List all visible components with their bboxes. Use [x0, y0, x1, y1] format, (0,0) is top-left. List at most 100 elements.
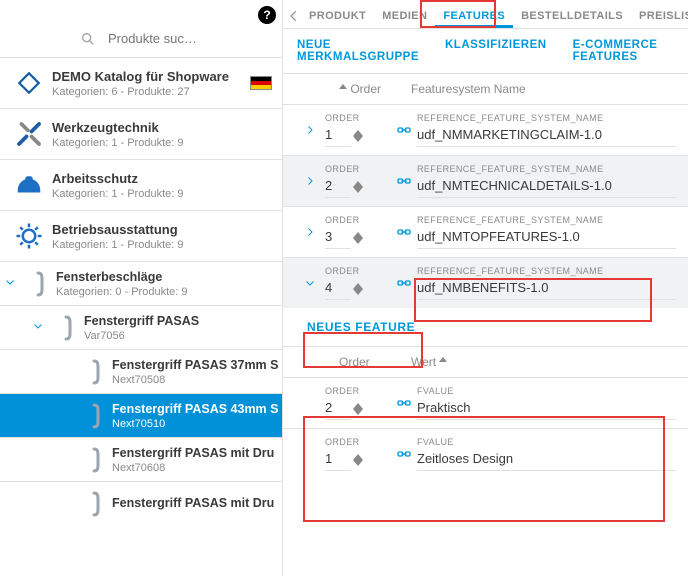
tree-item[interactable]: Fenstergriff PASAS mit Dru Next70608	[0, 437, 282, 481]
value-header-order[interactable]: Order	[339, 355, 411, 369]
handle-icon	[26, 268, 50, 300]
ref-label: REFERENCE_FEATURE_SYSTEM_NAME	[417, 113, 676, 123]
subnav-item[interactable]: KLASSIFIZIEREN	[445, 39, 547, 63]
link-icon[interactable]	[391, 224, 417, 240]
handle-icon	[82, 444, 106, 476]
link-icon[interactable]	[391, 275, 417, 291]
tree-item[interactable]: Fenstergriff PASASVar7056	[0, 305, 282, 349]
fvalue-label: FVALUE	[417, 437, 676, 447]
feature-value[interactable]: Praktisch	[417, 398, 676, 420]
chevron-right-icon[interactable]	[295, 175, 325, 187]
feature-group-row: ORDER3REFERENCE_FEATURE_SYSTEM_NAMEudf_N…	[283, 206, 688, 257]
tree-title: Fenstergriff PASAS mit Dru	[112, 496, 282, 510]
feature-group-row: ORDER2REFERENCE_FEATURE_SYSTEM_NAMEudf_N…	[283, 155, 688, 206]
subnav-item[interactable]: E-COMMERCE FEATURES	[573, 39, 674, 63]
stepper-icon[interactable]	[353, 283, 363, 295]
tree-item[interactable]: Fenstergriff PASAS 43mm SNext70510	[0, 393, 282, 437]
header-name[interactable]: Featuresystem Name	[411, 82, 676, 96]
order-label: ORDER	[325, 266, 391, 276]
stepper-icon[interactable]	[353, 403, 363, 415]
gear-icon	[12, 219, 46, 253]
value-header-row: Order Wert	[283, 346, 688, 377]
category-item[interactable]: Werkzeugtechnik Kategorien: 1 - Produkte:…	[0, 108, 282, 159]
tree-item[interactable]: Fenstergriff PASAS mit Dru	[0, 481, 282, 525]
subnav: NEUE MERKMALSGRUPPE KLASSIFIZIEREN E-COMME…	[283, 29, 688, 73]
tree-item[interactable]: FensterbeschlägeKategorien: 0 - Produkte…	[0, 261, 282, 305]
ref-label: REFERENCE_FEATURE_SYSTEM_NAME	[417, 215, 676, 225]
link-icon[interactable]	[391, 122, 417, 138]
category-title: Werkzeugtechnik	[52, 120, 272, 135]
value-header-wert[interactable]: Wert	[411, 355, 436, 369]
order-label: ORDER	[325, 386, 391, 396]
tab-bestelldetails[interactable]: BESTELLDETAILS	[513, 4, 631, 28]
category-subtitle: Kategorien: 1 - Produkte: 9	[52, 188, 272, 200]
chevron-right-icon[interactable]	[295, 124, 325, 136]
order-input[interactable]: 2	[325, 176, 351, 198]
feature-group-row: ORDER1REFERENCE_FEATURE_SYSTEM_NAMEudf_N…	[283, 104, 688, 155]
tree-title: Fenstergriff PASAS mit Dru	[112, 446, 282, 460]
tabs-back-button[interactable]	[287, 9, 301, 23]
help-icon[interactable]: ?	[258, 6, 276, 24]
catalog-logo-icon	[12, 66, 46, 100]
handle-icon	[82, 356, 106, 388]
catalog-header[interactable]: DEMO Katalog für Shopware Kategorien: 6 …	[0, 57, 282, 108]
new-feature-button[interactable]: NEUES FEATURE	[291, 308, 431, 346]
order-input[interactable]: 1	[325, 125, 351, 147]
catalog-title: DEMO Katalog für Shopware	[52, 69, 250, 84]
chevron-down-icon[interactable]	[0, 276, 20, 291]
order-label: ORDER	[325, 437, 391, 447]
stepper-icon[interactable]	[353, 454, 363, 466]
feature-name[interactable]: udf_NMTECHNICALDETAILS-1.0	[417, 176, 676, 198]
sort-asc-icon[interactable]	[339, 84, 347, 94]
handle-icon	[82, 400, 106, 432]
tab-preislisten[interactable]: PREISLISTEN	[631, 4, 688, 28]
sidebar: ? DEMO Katalog für Shopware Kategorien: …	[0, 0, 283, 576]
helmet-icon	[12, 168, 46, 202]
fvalue-label: FVALUE	[417, 386, 676, 396]
order-input[interactable]: 4	[325, 278, 351, 300]
header-order[interactable]: Order	[350, 82, 381, 96]
tools-icon	[12, 117, 46, 151]
sort-asc-icon[interactable]	[439, 357, 447, 367]
search-input[interactable]	[106, 30, 226, 47]
feature-value-row: ORDER 1 FVALUE Zeitloses Design	[283, 428, 688, 479]
subnav-item[interactable]: NEUE MERKMALSGRUPPE	[297, 39, 419, 63]
handle-icon	[54, 312, 78, 344]
order-input[interactable]: 1	[325, 449, 351, 471]
ref-label: REFERENCE_FEATURE_SYSTEM_NAME	[417, 164, 676, 174]
feature-header-row: Order Featuresystem Name	[283, 73, 688, 104]
chevron-down-icon[interactable]	[28, 320, 48, 335]
feature-group-row: ORDER4REFERENCE_FEATURE_SYSTEM_NAMEudf_N…	[283, 257, 688, 308]
search-icon	[80, 31, 96, 47]
category-title: Arbeitsschutz	[52, 171, 272, 186]
feature-value-row: ORDER 2 FVALUE Praktisch	[283, 377, 688, 428]
category-item[interactable]: BetriebsausstattungKategorien: 1 - Produ…	[0, 210, 282, 261]
flag-de-icon	[250, 76, 272, 90]
tree-subtitle: Next70608	[112, 462, 282, 474]
stepper-icon[interactable]	[353, 232, 363, 244]
stepper-icon[interactable]	[353, 181, 363, 193]
link-icon[interactable]	[391, 446, 417, 462]
link-icon[interactable]	[391, 173, 417, 189]
catalog-subtitle: Kategorien: 6 - Produkte: 27	[52, 86, 250, 98]
order-input[interactable]: 3	[325, 227, 351, 249]
tree-title: Fenstergriff PASAS 43mm S	[112, 402, 282, 416]
category-item[interactable]: Arbeitsschutz Kategorien: 1 - Produkte: 9	[0, 159, 282, 210]
link-icon[interactable]	[391, 395, 417, 411]
order-input[interactable]: 2	[325, 398, 351, 420]
tree-title: Fenstergriff PASAS	[84, 314, 282, 328]
category-title: Betriebsausstattung	[52, 222, 272, 237]
chevron-right-icon[interactable]	[295, 226, 325, 238]
tab-medien[interactable]: MEDIEN	[374, 4, 435, 28]
category-subtitle: Kategorien: 1 - Produkte: 9	[52, 137, 272, 149]
feature-name[interactable]: udf_NMBENEFITS-1.0	[417, 278, 676, 300]
tree-title: Fensterbeschläge	[56, 270, 282, 284]
feature-value[interactable]: Zeitloses Design	[417, 449, 676, 471]
tab-produkt[interactable]: PRODUKT	[301, 4, 374, 28]
feature-name[interactable]: udf_NMMARKETINGCLAIM-1.0	[417, 125, 676, 147]
tree-title: Fenstergriff PASAS 37mm S	[112, 358, 282, 372]
chevron-down-icon[interactable]	[295, 277, 325, 289]
stepper-icon[interactable]	[353, 130, 363, 142]
feature-name[interactable]: udf_NMTOPFEATURES-1.0	[417, 227, 676, 249]
tree-item[interactable]: Fenstergriff PASAS 37mm SNext70508	[0, 349, 282, 393]
